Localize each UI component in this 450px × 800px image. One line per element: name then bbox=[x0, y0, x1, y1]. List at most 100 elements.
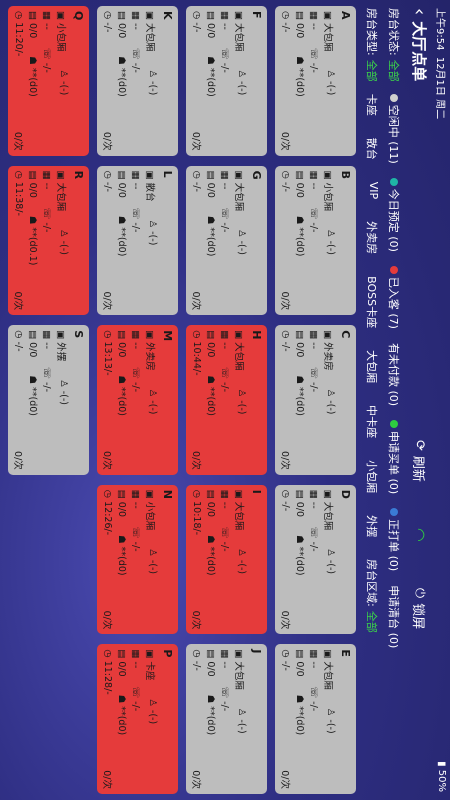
table-amount: 0/次 bbox=[190, 451, 201, 470]
table-l3: ◷ -/- bbox=[280, 170, 291, 192]
table-l1: ▦ -- bbox=[219, 330, 230, 350]
table-card-C[interactable]: C ▣ 外卖房 ♙ -(-) ▦ -- ☏ -/- ▤ 0/0 ☗ **(d0) ◷ -/- 0… bbox=[275, 325, 356, 475]
table-r2: ☏ -/- bbox=[130, 367, 141, 393]
table-id: L bbox=[161, 170, 174, 178]
type-filter-1[interactable]: 散台 bbox=[364, 138, 380, 160]
table-card-P[interactable]: P ▣ 卡座 ♙ -(-) ▦ -- ☏ -/- ▤ 0/0 ☗ **(d0) ◷ 11:28… bbox=[97, 644, 178, 794]
chevron-left-icon[interactable]: ‹ bbox=[410, 8, 431, 15]
table-card-I[interactable]: I ▣ 大包厢 ♙ -(-) ▦ -- ☏ -/- ▤ 0/0 ☗ **(d0) ◷ 10:1… bbox=[186, 484, 267, 635]
type-filter-4[interactable]: BOSS卡座 bbox=[364, 276, 380, 328]
table-l2: ▤ 0/0 bbox=[205, 489, 216, 518]
table-l1: ▦ -- bbox=[308, 330, 319, 350]
type-filter-all[interactable]: 全部 bbox=[364, 60, 380, 82]
table-r3: ☗ **(d0) bbox=[116, 694, 127, 736]
table-l1: ▦ -- bbox=[130, 11, 141, 30]
table-card-A[interactable]: A ▣ 大包厢 ♙ -(-) ▦ -- ☏ -/- ▤ 0/0 ☗ **(d0) ◷ -/- 0… bbox=[275, 6, 356, 156]
table-card-Q[interactable]: Q ▣ 小包厢 ♙ -(-) ▦ -- ☏ -/- ▤ 0/0 ☗ **(d0) ◷ 11:2… bbox=[8, 6, 89, 156]
type-filter-0[interactable]: 卡座 bbox=[364, 94, 380, 116]
table-l1: ▦ -- bbox=[41, 330, 52, 350]
status-stat-label: 已入客 (7) bbox=[387, 276, 400, 329]
table-type: ▣ 外卖房 bbox=[144, 330, 155, 371]
table-card-N[interactable]: N ▣ 小包厢 ♙ -(-) ▦ -- ☏ -/- ▤ 0/0 ☗ **(d0) ◷ 12:2… bbox=[97, 484, 178, 635]
table-id: K bbox=[161, 11, 174, 20]
status-stat-0[interactable]: 空闲中 (11) bbox=[386, 93, 402, 164]
table-r2: ☏ -/- bbox=[219, 367, 230, 393]
refresh-button[interactable]: ⟳ 刷新 bbox=[411, 440, 430, 482]
table-l1: ▦ -- bbox=[308, 489, 319, 509]
table-r1: ♙ -(-) bbox=[147, 69, 158, 96]
table-l1: ▦ -- bbox=[219, 649, 230, 669]
table-type: ▣ 小包厢 bbox=[322, 170, 333, 212]
lock-screen-button[interactable]: ⏻ 锁屏 bbox=[411, 588, 430, 629]
type-filter-7[interactable]: 小包厢 bbox=[364, 460, 380, 493]
status-stat-5[interactable]: 正打单 (0) bbox=[386, 508, 402, 571]
table-r1: ♙ -(-) bbox=[147, 698, 158, 725]
table-r1: ♙ -(-) bbox=[147, 388, 158, 415]
table-r1: ♙ -(-) bbox=[58, 379, 69, 405]
type-filter-5[interactable]: 大包厢 bbox=[364, 350, 380, 383]
table-id: J bbox=[250, 649, 263, 654]
status-stat-6[interactable]: 申请清台 (0) bbox=[386, 585, 402, 648]
table-card-K[interactable]: K ▣ 大包厢 ♙ -(-) ▦ -- ☏ -/- ▤ 0/0 ☗ **(d0) ◷ -/- 0… bbox=[97, 6, 178, 156]
table-id: F bbox=[250, 11, 263, 19]
status-time: 上午9:54 bbox=[434, 8, 446, 51]
area-filter-all[interactable]: 全部 bbox=[364, 611, 380, 633]
table-l1: ▦ -- bbox=[219, 489, 230, 509]
type-filter-3[interactable]: 外卖房 bbox=[364, 221, 380, 254]
table-id: E bbox=[339, 649, 352, 657]
table-grid: A ▣ 大包厢 ♙ -(-) ▦ -- ☏ -/- ▤ 0/0 ☗ **(d0) ◷ -/- 0… bbox=[8, 6, 356, 794]
table-l2: ▤ 0/0 bbox=[294, 11, 305, 39]
table-r3: ☗ **(d0) bbox=[116, 535, 127, 576]
table-id: B bbox=[339, 170, 352, 179]
table-r3: ☗ **(d0) bbox=[27, 56, 38, 97]
status-stat-label: 空闲中 (11) bbox=[387, 104, 400, 164]
status-stat-4[interactable]: 申请买单 (0) bbox=[386, 420, 402, 494]
table-card-J[interactable]: J ▣ 大包厢 ♙ -(-) ▦ -- ☏ -/- ▤ 0/0 ☗ **(d0) ◷ -/- 0… bbox=[186, 644, 267, 794]
table-r2: ☏ -/- bbox=[130, 526, 141, 552]
table-amount: 0/次 bbox=[101, 291, 112, 311]
type-filter-8[interactable]: 外摆 bbox=[364, 515, 380, 537]
table-card-M[interactable]: M ▣ 外卖房 ♙ -(-) ▦ -- ☏ -/- ▤ 0/0 ☗ **(d0) ◷ 13:1… bbox=[97, 325, 178, 475]
table-id: S bbox=[72, 330, 85, 339]
table-type: ▣ 大包厢 bbox=[322, 11, 333, 52]
table-card-F[interactable]: F ▣ 大包厢 ♙ -(-) ▦ -- ☏ -/- ▤ 0/0 ☗ **(d0) ◷ -/- 0… bbox=[186, 6, 267, 156]
table-card-S[interactable]: S ▣ 外摆 ♙ -(-) ▦ -- ☏ -/- ▤ 0/0 ☗ **(d0) ◷ -/- 0/… bbox=[8, 325, 89, 475]
table-r3: ☗ **(d0) bbox=[294, 215, 305, 257]
table-l1: ▦ -- bbox=[219, 170, 230, 190]
status-stat-2[interactable]: 已入客 (7) bbox=[386, 265, 402, 329]
status-filter-all[interactable]: 全部 bbox=[386, 60, 402, 82]
table-amount: 0/次 bbox=[190, 770, 201, 789]
table-l2: ▤ 0/0 bbox=[116, 11, 127, 39]
table-l3: ◷ 11:28/- bbox=[102, 649, 113, 695]
table-amount: 0/次 bbox=[279, 131, 290, 151]
status-stat-1[interactable]: 今日预定 (0) bbox=[386, 177, 402, 252]
type-filter-2[interactable]: VIP bbox=[364, 182, 380, 199]
table-card-L[interactable]: L ▣ 散台 ♙ -(-) ▦ -- ☏ -/- ▤ 0/0 ☗ **(d0) ◷ -/- 0/… bbox=[97, 165, 178, 316]
app-screen: 上午9:54 12月1日 周二 ▮ 50% ‹ 大厅点单 ⟳ 刷新 ◠ ⏻ 锁屏… bbox=[0, 0, 450, 800]
type-filter-6[interactable]: 中卡座 bbox=[364, 405, 380, 438]
table-amount: 0/次 bbox=[12, 131, 23, 151]
table-r1: ♙ -(-) bbox=[147, 548, 158, 575]
table-card-B[interactable]: B ▣ 小包厢 ♙ -(-) ▦ -- ☏ -/- ▤ 0/0 ☗ **(d0) ◷ -/- 0… bbox=[275, 165, 356, 316]
table-card-D[interactable]: D ▣ 大包厢 ♙ -(-) ▦ -- ☏ -/- ▤ 0/0 ☗ **(d0) ◷ -/- 0… bbox=[275, 484, 356, 635]
table-l1: ▦ -- bbox=[308, 649, 319, 669]
table-l3: ◷ 11:38/- bbox=[13, 170, 24, 216]
table-r2: ☏ -/- bbox=[130, 47, 141, 73]
table-card-H[interactable]: H ▣ 大包厢 ♙ -(-) ▦ -- ☏ -/- ▤ 0/0 ☗ **(d0) ◷ 10:4… bbox=[186, 325, 267, 475]
table-l3: ◷ 12:26/- bbox=[102, 489, 113, 536]
status-stat-3[interactable]: 有未付款 (0) bbox=[386, 343, 402, 406]
table-l3: ◷ -/- bbox=[280, 649, 291, 671]
table-r2: ☏ -/- bbox=[219, 526, 230, 552]
table-card-G[interactable]: G ▣ 大包厢 ♙ -(-) ▦ -- ☏ -/- ▤ 0/0 ☗ **(d0) ◷ -/- 0… bbox=[186, 165, 267, 316]
table-id: A bbox=[339, 11, 352, 20]
table-card-E[interactable]: E ▣ 大包厢 ♙ -(-) ▦ -- ☏ -/- ▤ 0/0 ☗ **(d0) ◷ -/- 0… bbox=[275, 644, 356, 794]
table-r2: ☏ -/- bbox=[41, 207, 52, 233]
table-l2: ▤ 0/0 bbox=[27, 11, 38, 39]
table-l1: ▦ -- bbox=[41, 11, 52, 30]
status-date: 12月1日 周二 bbox=[434, 56, 446, 120]
table-card-R[interactable]: R ▣ 大包厢 ♙ -(-) ▦ -- ☏ -/- ▤ 0/0 ☗ **(d0.1) ◷ 11… bbox=[8, 165, 89, 316]
table-r2: ☏ -/- bbox=[308, 47, 319, 73]
table-r2: ☏ -/- bbox=[219, 686, 230, 712]
status-stat-label: 有未付款 (0) bbox=[387, 342, 400, 407]
table-type: ▣ 大包厢 bbox=[55, 170, 66, 212]
